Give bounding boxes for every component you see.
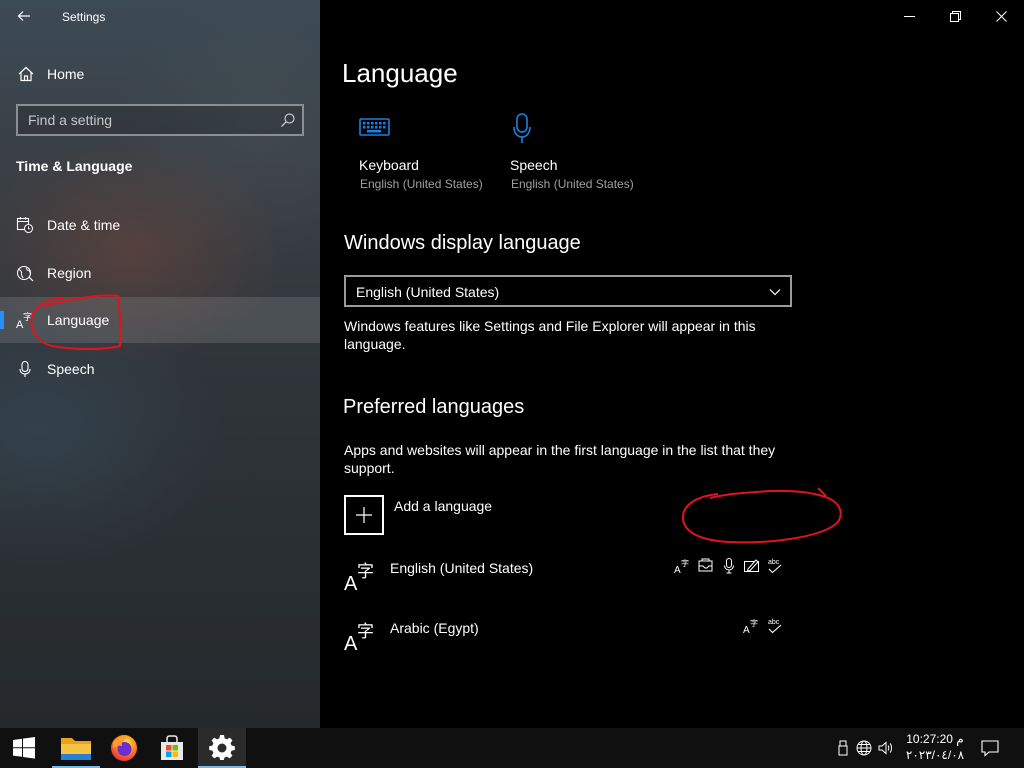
- search-box[interactable]: [16, 104, 304, 136]
- sidebar-item-label: Date & time: [47, 217, 121, 233]
- language-glyph-icon: A字: [344, 622, 374, 653]
- speech-tile-subtitle: English (United States): [511, 177, 634, 191]
- language-row-english[interactable]: A字 English (United States) A字 abc: [344, 557, 784, 601]
- text-to-speech-icon: [698, 558, 713, 572]
- sidebar-item-label: Speech: [47, 361, 95, 377]
- svg-text:abc: abc: [768, 559, 780, 566]
- language-features: A字 abc: [743, 617, 784, 635]
- restore-button[interactable]: [932, 0, 978, 32]
- red-annotation-circle: [681, 487, 842, 544]
- svg-text:字: 字: [23, 311, 32, 323]
- action-center-icon[interactable]: [980, 738, 1000, 758]
- microsoft-store-button[interactable]: [148, 728, 196, 768]
- microphone-icon: [513, 113, 531, 143]
- svg-text:字: 字: [750, 618, 758, 628]
- window-title: Settings: [62, 10, 106, 24]
- microphone-icon: [19, 360, 31, 377]
- language-row-arabic[interactable]: A字 Arabic (Egypt) A字 abc: [344, 617, 784, 661]
- language-name: English (United States): [390, 560, 534, 576]
- plus-icon: [356, 507, 372, 523]
- section-title: Time & Language: [16, 158, 133, 174]
- sidebar-item-label: Language: [47, 312, 110, 328]
- preferred-languages-description: Apps and websites will appear in the fir…: [344, 442, 776, 476]
- display-language-heading: Windows display language: [344, 232, 581, 254]
- chevron-down-icon: [769, 289, 781, 296]
- sidebar-item-region[interactable]: Region: [0, 250, 320, 296]
- start-icon: [13, 737, 35, 759]
- svg-text:字: 字: [357, 622, 374, 642]
- sidebar-item-date-time[interactable]: Date & time: [0, 202, 320, 248]
- nav-home-label: Home: [47, 66, 85, 82]
- keyboard-tile-subtitle: English (United States): [360, 177, 483, 191]
- svg-text:abc: abc: [768, 619, 780, 626]
- preferred-languages-heading: Preferred languages: [343, 396, 525, 418]
- main-content: Language Keyboard English (United States…: [320, 0, 1024, 728]
- svg-text:字: 字: [357, 562, 374, 582]
- display-language-description: Windows features like Settings and File …: [344, 318, 756, 352]
- search-input[interactable]: [18, 106, 268, 134]
- svg-text:A: A: [674, 565, 681, 575]
- svg-text:字: 字: [681, 558, 689, 568]
- file-explorer-button[interactable]: [52, 728, 100, 768]
- start-button[interactable]: [0, 728, 48, 768]
- language-icon: A字: [16, 311, 32, 329]
- network-globe-icon[interactable]: [856, 740, 872, 756]
- minimize-button[interactable]: [886, 0, 932, 32]
- sidebar-item-label: Region: [47, 265, 92, 281]
- svg-text:A: A: [344, 633, 358, 653]
- nav-home[interactable]: Home: [0, 56, 320, 92]
- region-globe-icon: [16, 265, 34, 282]
- back-button[interactable]: [12, 5, 36, 27]
- taskbar: 10:27:20 م ٢٠٢٣/٠٤/٠٨: [0, 728, 1024, 768]
- language-features: A字 abc: [674, 557, 784, 575]
- clock-date: ٢٠٢٣/٠٤/٠٨: [905, 748, 965, 762]
- add-language-box: [344, 495, 384, 535]
- clock-time: 10:27:20 م: [906, 732, 964, 746]
- taskbar-clock[interactable]: 10:27:20 م ٢٠٢٣/٠٤/٠٨: [900, 731, 970, 763]
- language-name: Arabic (Egypt): [390, 620, 479, 636]
- handwriting-icon: [744, 559, 759, 572]
- window-controls: [886, 0, 1024, 32]
- search-icon[interactable]: [280, 112, 296, 128]
- keyboard-tile-title: Keyboard: [359, 157, 419, 173]
- restore-icon: [949, 10, 961, 22]
- speech-recognition-icon: [724, 558, 734, 574]
- sidebar: Settings Home Time & Language Date & tim…: [0, 0, 320, 728]
- add-language-button[interactable]: Add a language: [344, 495, 644, 535]
- microsoft-store-icon: [161, 735, 183, 760]
- language-pack-icon: A字: [674, 558, 689, 575]
- firefox-button[interactable]: [100, 728, 148, 768]
- svg-text:A: A: [743, 625, 750, 635]
- keyboard-tile[interactable]: Keyboard English (United States): [359, 112, 499, 202]
- page-title: Language: [342, 58, 458, 88]
- usb-device-icon[interactable]: [836, 740, 852, 756]
- volume-icon[interactable]: [878, 740, 894, 756]
- date-time-icon: [16, 217, 34, 234]
- spellcheck-icon: abc: [768, 619, 782, 634]
- sidebar-item-speech[interactable]: Speech: [0, 346, 320, 392]
- settings-taskbar-button[interactable]: [198, 728, 246, 768]
- file-explorer-icon: [61, 738, 91, 760]
- display-language-value: English (United States): [356, 284, 500, 300]
- sidebar-item-language[interactable]: A字 Language: [0, 297, 320, 343]
- firefox-icon: [111, 735, 137, 761]
- svg-text:A: A: [344, 573, 358, 593]
- keyboard-icon: [359, 118, 390, 136]
- spellcheck-icon: abc: [768, 559, 782, 574]
- language-pack-icon: A字: [743, 618, 758, 635]
- add-language-label: Add a language: [394, 498, 493, 514]
- minimize-icon: [903, 15, 915, 17]
- settings-gear-icon: [209, 735, 235, 760]
- speech-tile[interactable]: Speech English (United States): [510, 112, 650, 202]
- home-icon: [18, 66, 34, 82]
- speech-tile-title: Speech: [510, 157, 558, 173]
- language-glyph-icon: A字: [344, 562, 374, 593]
- display-language-dropdown[interactable]: English (United States): [344, 275, 792, 307]
- close-icon: [995, 10, 1007, 22]
- back-arrow-icon: [17, 11, 30, 21]
- close-button[interactable]: [978, 0, 1024, 32]
